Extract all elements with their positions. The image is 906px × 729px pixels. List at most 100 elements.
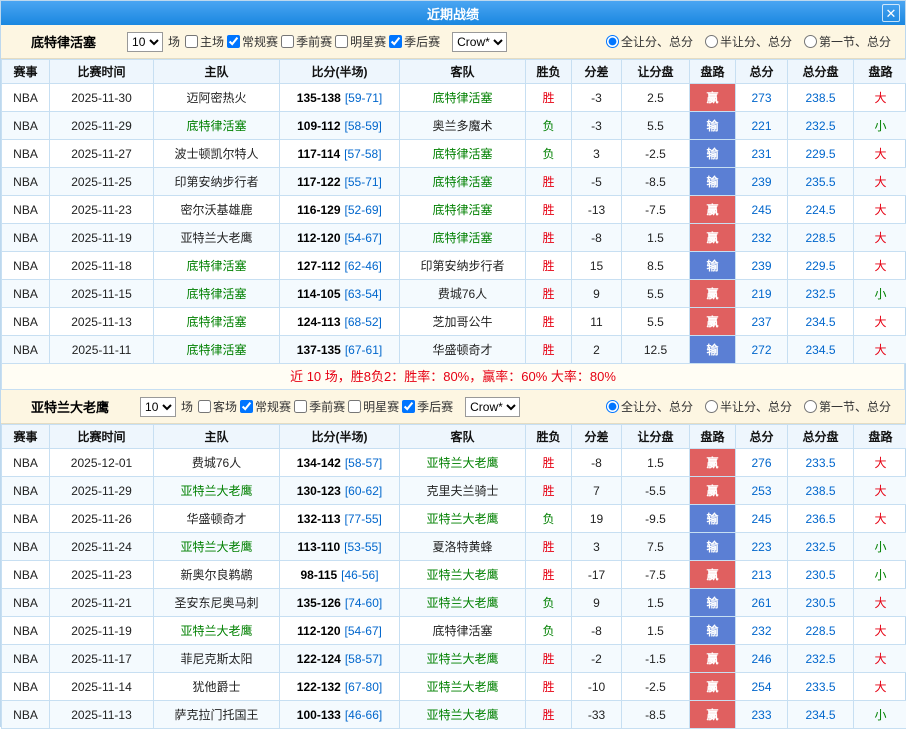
half-score: [46-56]	[341, 568, 378, 582]
handicap-cell: 12.5	[622, 336, 690, 364]
total-result-cell: 大	[854, 505, 906, 533]
games-count-select[interactable]: 10	[127, 32, 163, 52]
diff-cell: -2	[572, 645, 622, 673]
diff-cell: 11	[572, 308, 622, 336]
total-result-cell: 大	[854, 617, 906, 645]
stat-mode-radio[interactable]	[606, 400, 619, 413]
filter-bar: 底特律活塞 10 场 主场常规赛季前赛明星赛季后赛 Crow* 全让分、总分半让…	[1, 25, 905, 59]
diff-cell: 3	[572, 140, 622, 168]
total-cell: 223	[736, 533, 788, 561]
stat-mode-radio-label[interactable]: 第一节、总分	[804, 33, 891, 50]
handicap-result-cell: 输	[690, 140, 736, 168]
stat-mode-radio-label[interactable]: 全让分、总分	[606, 398, 693, 415]
handicap-cell: -8.5	[622, 701, 690, 729]
table-row: NBA 2025-11-29 底特律活塞 109-112[58-59] 奥兰多魔…	[2, 112, 906, 140]
diff-cell: -5	[572, 168, 622, 196]
handicap-cell: 1.5	[622, 224, 690, 252]
filter-checkbox[interactable]	[348, 400, 361, 413]
date-cell: 2025-11-14	[50, 673, 154, 701]
stat-mode-radio[interactable]	[705, 35, 718, 48]
total-cell: 213	[736, 561, 788, 589]
result-cell: 胜	[526, 336, 572, 364]
score-cell: 98-115[46-56]	[280, 561, 400, 589]
stat-mode-radio-label[interactable]: 半让分、总分	[705, 398, 792, 415]
total-cell: 233	[736, 701, 788, 729]
odds-company-select[interactable]: Crow*	[465, 397, 520, 417]
date-cell: 2025-11-30	[50, 84, 154, 112]
filter-checkbox-label[interactable]: 明星赛	[348, 398, 399, 415]
total-result-cell: 大	[854, 645, 906, 673]
handicap-result-cell: 赢	[690, 196, 736, 224]
score-cell: 134-142[58-57]	[280, 449, 400, 477]
away-team-cell: 底特律活塞	[400, 168, 526, 196]
filter-checkbox-label[interactable]: 季后赛	[402, 398, 453, 415]
filter-checkbox[interactable]	[281, 35, 294, 48]
table-row: NBA 2025-11-18 底特律活塞 127-112[62-46] 印第安纳…	[2, 252, 906, 280]
table-row: NBA 2025-11-13 底特律活塞 124-113[68-52] 芝加哥公…	[2, 308, 906, 336]
filter-checkbox-label[interactable]: 主场	[185, 33, 224, 50]
team-name: 亚特兰大老鹰	[31, 397, 109, 416]
games-count-select[interactable]: 10	[140, 397, 176, 417]
result-cell: 胜	[526, 673, 572, 701]
stat-mode-radio[interactable]	[804, 400, 817, 413]
column-header: 总分	[736, 60, 788, 84]
close-icon[interactable]: ✕	[882, 4, 900, 22]
total-cell: 246	[736, 645, 788, 673]
handicap-cell: 5.5	[622, 112, 690, 140]
filter-checkbox-label[interactable]: 季前赛	[294, 398, 345, 415]
filter-checkbox[interactable]	[185, 35, 198, 48]
half-score: [67-80]	[345, 680, 382, 694]
filter-checkbox[interactable]	[240, 400, 253, 413]
result-cell: 胜	[526, 168, 572, 196]
column-header: 比分(半场)	[280, 425, 400, 449]
date-cell: 2025-12-01	[50, 449, 154, 477]
summary-row: 近 10 场，胜8负2：胜率：80%，赢率：60% 大率：80%	[1, 364, 905, 390]
column-header: 比赛时间	[50, 60, 154, 84]
total-cell: 245	[736, 505, 788, 533]
filter-checkbox[interactable]	[335, 35, 348, 48]
stat-mode-radio-label[interactable]: 全让分、总分	[606, 33, 693, 50]
handicap-cell: -5.5	[622, 477, 690, 505]
stat-mode-radio[interactable]	[705, 400, 718, 413]
total-result-cell: 大	[854, 589, 906, 617]
result-cell: 胜	[526, 561, 572, 589]
section-pistons: 底特律活塞 10 场 主场常规赛季前赛明星赛季后赛 Crow* 全让分、总分半让…	[1, 25, 905, 390]
total-line-cell: 228.5	[788, 617, 854, 645]
date-cell: 2025-11-15	[50, 280, 154, 308]
filter-checkbox-label[interactable]: 季前赛	[281, 33, 332, 50]
stat-mode-radio[interactable]	[804, 35, 817, 48]
diff-cell: -8	[572, 449, 622, 477]
filter-checkbox[interactable]	[402, 400, 415, 413]
handicap-cell: 1.5	[622, 589, 690, 617]
filter-checkbox[interactable]	[227, 35, 240, 48]
team-name: 底特律活塞	[31, 32, 96, 51]
away-team-cell: 亚特兰大老鹰	[400, 673, 526, 701]
score-cell: 112-120[54-67]	[280, 617, 400, 645]
handicap-result-cell: 输	[690, 589, 736, 617]
stat-mode-radio[interactable]	[606, 35, 619, 48]
stat-mode-radio-label[interactable]: 半让分、总分	[705, 33, 792, 50]
total-result-cell: 大	[854, 168, 906, 196]
score-cell: 117-114[57-58]	[280, 140, 400, 168]
odds-company-select[interactable]: Crow*	[452, 32, 507, 52]
diff-cell: -10	[572, 673, 622, 701]
filter-checkbox-label[interactable]: 常规赛	[227, 33, 278, 50]
home-team-cell: 亚特兰大老鹰	[154, 617, 280, 645]
filter-checkbox-label[interactable]: 明星赛	[335, 33, 386, 50]
handicap-cell: 7.5	[622, 533, 690, 561]
table-row: NBA 2025-11-11 底特律活塞 137-135[67-61] 华盛顿奇…	[2, 336, 906, 364]
filter-checkbox-label[interactable]: 常规赛	[240, 398, 291, 415]
home-team-cell: 圣安东尼奥马刺	[154, 589, 280, 617]
table-row: NBA 2025-11-24 亚特兰大老鹰 113-110[53-55] 夏洛特…	[2, 533, 906, 561]
filter-checkbox[interactable]	[389, 35, 402, 48]
filter-checkbox[interactable]	[198, 400, 211, 413]
total-result-cell: 大	[854, 196, 906, 224]
league-cell: NBA	[2, 308, 50, 336]
filter-checkbox-label[interactable]: 客场	[198, 398, 237, 415]
filter-checkbox[interactable]	[294, 400, 307, 413]
total-result-cell: 大	[854, 477, 906, 505]
filter-checkbox-label[interactable]: 季后赛	[389, 33, 440, 50]
stat-mode-radio-label[interactable]: 第一节、总分	[804, 398, 891, 415]
date-cell: 2025-11-18	[50, 252, 154, 280]
home-team-cell: 底特律活塞	[154, 308, 280, 336]
